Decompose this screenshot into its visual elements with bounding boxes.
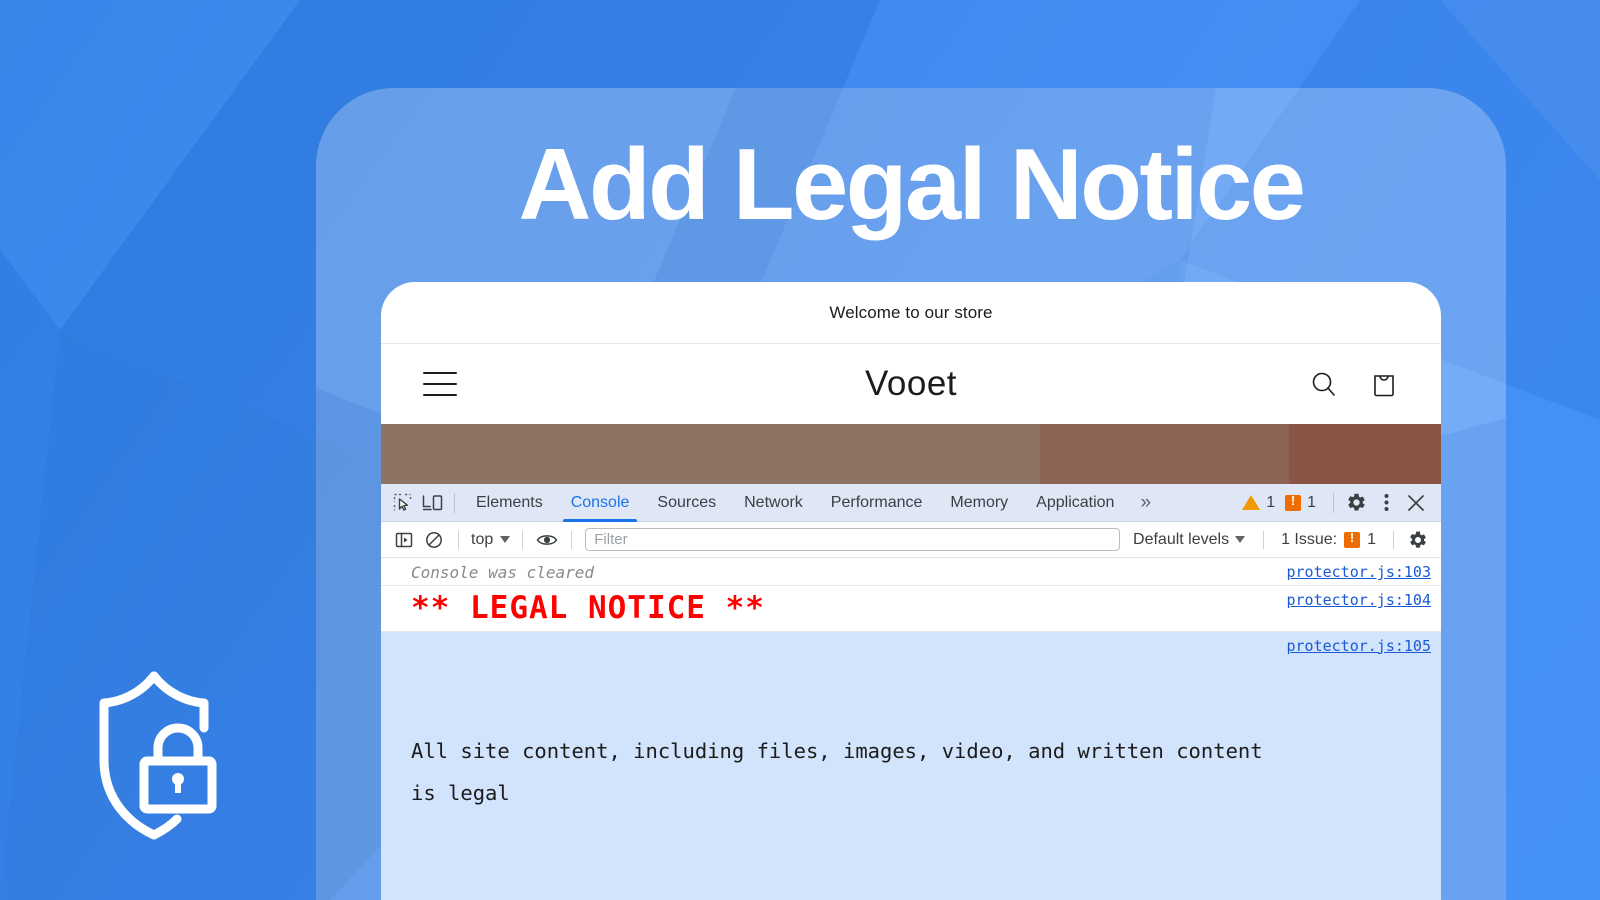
tab-label: Console bbox=[570, 493, 630, 511]
announcement-bar: Welcome to our store bbox=[381, 282, 1441, 344]
source-link[interactable]: protector.js:103 bbox=[1287, 563, 1432, 581]
tab-label: Elements bbox=[476, 493, 543, 511]
chevron-down-icon bbox=[1235, 536, 1246, 543]
tab-label: Memory bbox=[950, 493, 1009, 511]
banner-segment bbox=[381, 424, 1041, 484]
store-hero-banner bbox=[381, 424, 1441, 484]
more-options-icon[interactable] bbox=[1371, 489, 1401, 517]
toolbar-divider bbox=[1263, 530, 1265, 549]
inspect-element-icon[interactable] bbox=[387, 489, 417, 517]
legal-notice-line: All site content, including files, image… bbox=[411, 738, 1275, 805]
search-icon[interactable] bbox=[1309, 369, 1339, 399]
toolbar-divider bbox=[458, 530, 459, 549]
more-tabs-icon[interactable]: » bbox=[1128, 492, 1161, 514]
console-settings-icon[interactable] bbox=[1403, 526, 1433, 554]
console-row-cleared: Console was cleared protector.js:103 bbox=[381, 558, 1441, 586]
execution-context-value: top bbox=[471, 530, 494, 548]
legal-notice-heading: ** LEGAL NOTICE ** bbox=[411, 590, 765, 626]
toolbar-divider bbox=[454, 492, 455, 513]
store-header: Vooet bbox=[381, 344, 1441, 424]
devtools-panel: Elements Console Sources Network Perform… bbox=[381, 484, 1441, 900]
devtools-tabbar: Elements Console Sources Network Perform… bbox=[381, 484, 1441, 522]
legal-notice-body: All site content, including files, image… bbox=[411, 646, 1271, 900]
console-sidebar-icon[interactable] bbox=[389, 526, 419, 554]
banner-segment bbox=[1289, 424, 1441, 484]
hamburger-menu-icon[interactable] bbox=[423, 372, 457, 396]
console-filter-input[interactable] bbox=[585, 528, 1121, 551]
error-badge[interactable]: 1 bbox=[1285, 493, 1316, 512]
shield-lock-icon bbox=[99, 671, 217, 840]
device-toolbar-icon[interactable] bbox=[417, 489, 447, 517]
tab-network[interactable]: Network bbox=[730, 484, 817, 522]
log-levels-value: Default levels bbox=[1133, 530, 1230, 548]
tab-label: Network bbox=[744, 493, 803, 511]
error-count: 1 bbox=[1307, 493, 1316, 511]
console-log: Console was cleared protector.js:103 ** … bbox=[381, 558, 1441, 900]
tab-console[interactable]: Console bbox=[557, 484, 644, 522]
log-levels-select[interactable]: Default levels bbox=[1124, 531, 1254, 549]
close-icon[interactable] bbox=[1401, 489, 1431, 517]
tab-elements[interactable]: Elements bbox=[462, 484, 557, 522]
issues-label: 1 Issue: bbox=[1281, 530, 1338, 548]
tab-label: Sources bbox=[657, 493, 717, 511]
error-square-icon bbox=[1285, 493, 1302, 511]
console-cleared-text: Console was cleared bbox=[411, 563, 595, 582]
store-logo: Vooet bbox=[864, 364, 958, 403]
toolbar-divider bbox=[1393, 530, 1394, 549]
tab-application[interactable]: Application bbox=[1022, 484, 1128, 522]
tab-sources[interactable]: Sources bbox=[643, 484, 730, 522]
issues-counter[interactable]: 1 Issue: 1 bbox=[1273, 530, 1384, 549]
store-browser-card: Welcome to our store Vooet Elements Cons… bbox=[381, 282, 1441, 900]
issues-count: 1 bbox=[1367, 530, 1376, 548]
warning-triangle-icon bbox=[1242, 495, 1261, 510]
source-link[interactable]: protector.js:104 bbox=[1287, 591, 1432, 609]
source-link[interactable]: protector.js:105 bbox=[1287, 637, 1432, 655]
console-toolbar: top Default levels 1 bbox=[381, 522, 1441, 558]
tab-memory[interactable]: Memory bbox=[936, 484, 1022, 522]
shopping-bag-icon[interactable] bbox=[1369, 369, 1399, 399]
console-row-notice: ** LEGAL NOTICE ** protector.js:104 bbox=[381, 586, 1441, 632]
toolbar-divider bbox=[1333, 492, 1334, 513]
warning-badge[interactable]: 1 bbox=[1242, 494, 1275, 512]
execution-context-select[interactable]: top bbox=[468, 531, 513, 549]
toolbar-divider bbox=[571, 530, 573, 549]
live-expression-icon[interactable] bbox=[532, 526, 562, 554]
chevron-down-icon bbox=[500, 536, 511, 543]
store-header-actions bbox=[1309, 369, 1399, 399]
screenshot-root: Add Legal Notice Welcome to our store Vo… bbox=[0, 0, 1600, 900]
devtools-tabbar-right: 1 1 bbox=[1242, 489, 1441, 517]
announcement-text: Welcome to our store bbox=[829, 302, 993, 322]
tab-label: Performance bbox=[830, 493, 923, 511]
gear-icon[interactable] bbox=[1341, 489, 1371, 517]
tab-performance[interactable]: Performance bbox=[817, 484, 937, 522]
console-row-info: All site content, including files, image… bbox=[381, 631, 1441, 900]
toolbar-divider bbox=[522, 530, 524, 549]
tab-label: Application bbox=[1036, 493, 1115, 511]
page-title: Add Legal Notice bbox=[518, 129, 1306, 241]
warning-count: 1 bbox=[1266, 493, 1276, 511]
clear-console-icon[interactable] bbox=[419, 526, 449, 554]
error-square-icon bbox=[1344, 530, 1361, 548]
banner-segment bbox=[1040, 424, 1290, 484]
